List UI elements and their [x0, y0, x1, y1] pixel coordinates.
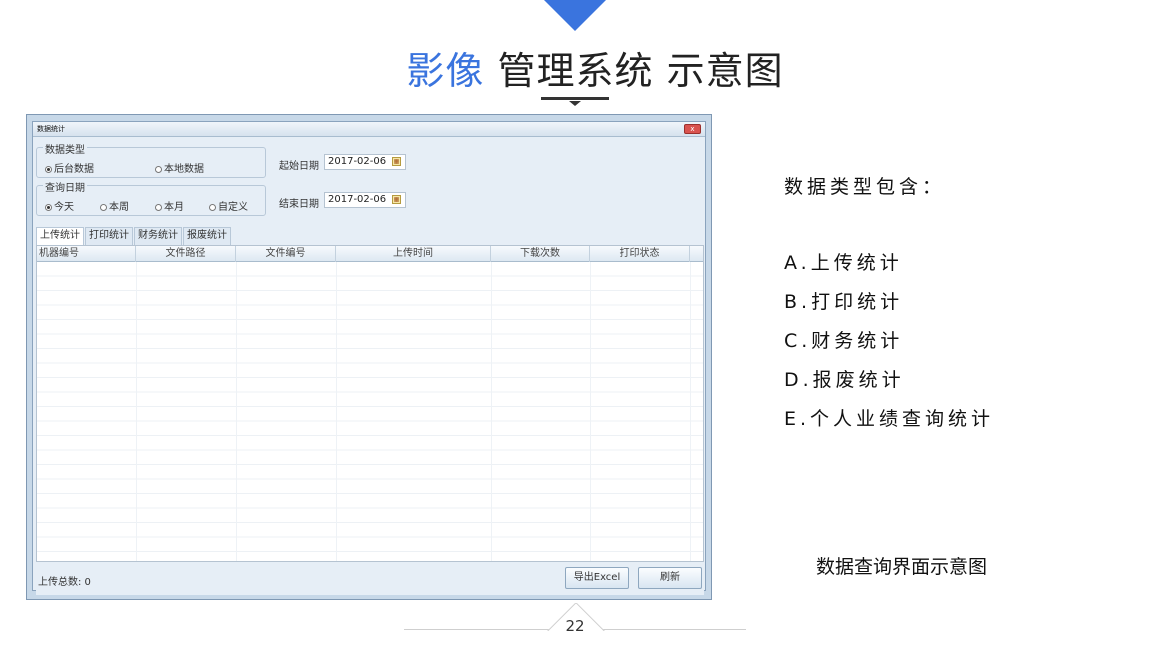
tab-finance-stats[interactable]: 财务统计	[134, 227, 182, 245]
table-body	[37, 262, 703, 561]
radio-label: 自定义	[218, 202, 248, 213]
column-divider	[136, 262, 137, 561]
query-date-group: 查询日期 今天 本周 本月 自定义	[36, 179, 266, 216]
radio-this-month[interactable]: 本月	[155, 198, 184, 213]
column-header-machine-no[interactable]: 机器编号	[37, 246, 136, 262]
radio-local-data[interactable]: 本地数据	[155, 160, 204, 175]
tab-upload-stats[interactable]: 上传统计	[36, 227, 84, 245]
window-titlebar[interactable]: 数据统计 x	[33, 122, 705, 137]
window-body: 数据统计 x 数据类型 后台数据 本地数据 查询日期 今天 本周 本月 自定义 …	[32, 121, 706, 595]
tab-scrap-stats[interactable]: 报废统计	[183, 227, 231, 245]
radio-custom[interactable]: 自定义	[209, 198, 248, 213]
data-type-legend: 数据类型	[43, 141, 87, 156]
title-underline	[541, 97, 609, 100]
radio-dot-icon	[45, 166, 52, 173]
side-item: A.上传统计	[784, 252, 903, 274]
radio-dot-icon	[45, 204, 52, 211]
refresh-button[interactable]: 刷新	[638, 567, 702, 589]
start-date-field[interactable]: 2017-02-06 ▦	[324, 154, 406, 170]
radio-dot-icon	[209, 204, 216, 211]
page-number: 22	[565, 617, 585, 635]
radio-backend-data[interactable]: 后台数据	[45, 160, 94, 175]
close-icon: x	[690, 125, 695, 133]
side-item: C.财务统计	[784, 330, 904, 352]
stats-tabs: 上传统计 打印统计 财务统计 报废统计	[36, 227, 232, 245]
close-button[interactable]: x	[684, 124, 701, 134]
end-date-label: 结束日期	[279, 199, 319, 210]
radio-label: 本周	[109, 202, 129, 213]
end-date-field[interactable]: 2017-02-06 ▦	[324, 192, 406, 208]
stats-table[interactable]: 机器编号 文件路径 文件编号 上传时间 下载次数 打印状态	[36, 245, 704, 562]
side-item: E.个人业绩查询统计	[784, 408, 995, 430]
data-type-group: 数据类型 后台数据 本地数据	[36, 141, 266, 178]
radio-dot-icon	[100, 204, 107, 211]
status-bar: 上传总数: 0 导出Excel 刷新	[36, 562, 704, 595]
column-divider	[491, 262, 492, 561]
top-triangle-decoration	[544, 0, 606, 31]
column-header-download-count[interactable]: 下载次数	[491, 246, 590, 262]
title-accent: 影像	[406, 49, 485, 93]
tab-print-stats[interactable]: 打印统计	[85, 227, 133, 245]
end-date-value: 2017-02-06	[328, 194, 387, 205]
window-title: 数据统计	[37, 125, 65, 133]
side-item: B.打印统计	[784, 291, 904, 313]
radio-label: 后台数据	[54, 164, 94, 175]
side-item: D.报废统计	[784, 369, 905, 391]
radio-label: 今天	[54, 202, 74, 213]
title-rest: 管理系统 示意图	[497, 49, 784, 93]
start-date-label: 起始日期	[279, 161, 319, 172]
start-date-value: 2017-02-06	[328, 156, 387, 167]
data-statistics-window: 数据统计 x 数据类型 后台数据 本地数据 查询日期 今天 本周 本月 自定义 …	[26, 114, 712, 600]
radio-today[interactable]: 今天	[45, 198, 74, 213]
column-divider	[590, 262, 591, 561]
calendar-icon[interactable]: ▦	[392, 157, 401, 166]
title-underline-arrow	[569, 101, 581, 106]
export-excel-button[interactable]: 导出Excel	[565, 567, 629, 589]
column-header-file-path[interactable]: 文件路径	[136, 246, 236, 262]
query-date-legend: 查询日期	[43, 179, 87, 194]
calendar-icon[interactable]: ▦	[392, 195, 401, 204]
column-header-print-status[interactable]: 打印状态	[590, 246, 690, 262]
slide-title: 影像 管理系统 示意图	[0, 40, 1150, 95]
side-heading: 数据类型包含：	[784, 176, 946, 198]
radio-dot-icon	[155, 166, 162, 173]
radio-label: 本地数据	[164, 164, 204, 175]
table-header: 机器编号 文件路径 文件编号 上传时间 下载次数 打印状态	[37, 246, 703, 262]
column-header-file-no[interactable]: 文件编号	[236, 246, 336, 262]
column-divider	[690, 262, 691, 561]
radio-this-week[interactable]: 本周	[100, 198, 129, 213]
figure-caption: 数据查询界面示意图	[816, 556, 988, 578]
upload-total-text: 上传总数: 0	[38, 577, 91, 588]
column-header-upload-time[interactable]: 上传时间	[336, 246, 491, 262]
column-divider	[336, 262, 337, 561]
radio-dot-icon	[155, 204, 162, 211]
radio-label: 本月	[164, 202, 184, 213]
column-divider	[236, 262, 237, 561]
